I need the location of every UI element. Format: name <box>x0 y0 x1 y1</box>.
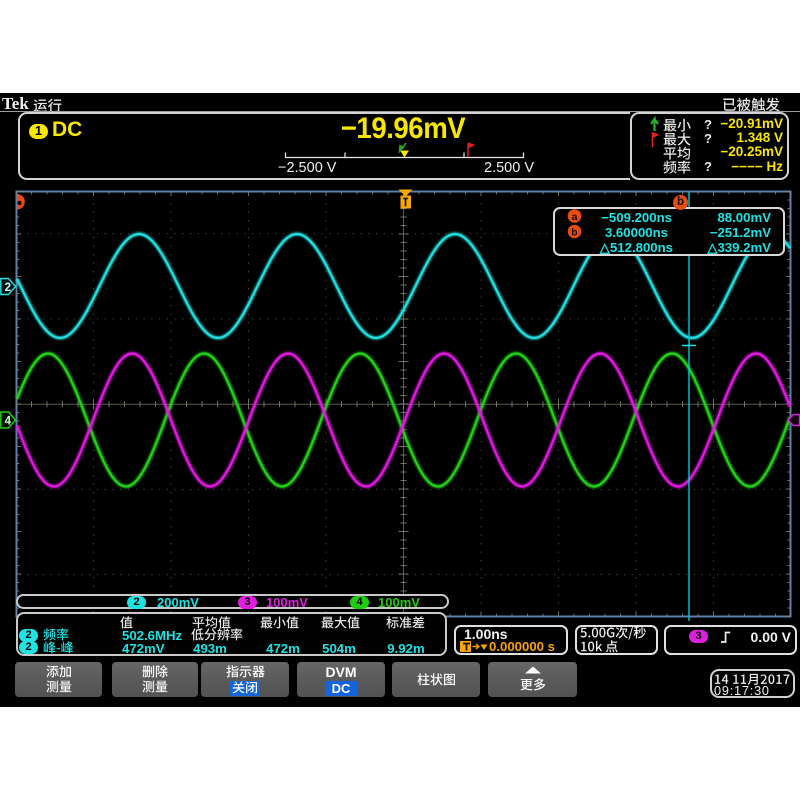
svg-text:2: 2 <box>5 282 11 294</box>
svg-text:a: a <box>572 210 578 222</box>
svg-text:4: 4 <box>5 416 12 428</box>
svg-text:b: b <box>571 226 577 238</box>
